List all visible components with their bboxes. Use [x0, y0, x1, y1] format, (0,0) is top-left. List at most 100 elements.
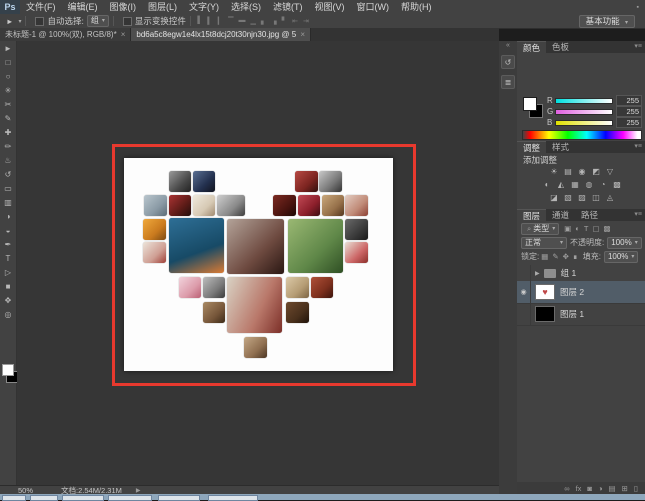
menu-item[interactable]: 文字(Y): [183, 0, 225, 14]
adjustment-icon[interactable]: ▩: [610, 178, 624, 190]
windows-taskbar-sliver[interactable]: [0, 494, 645, 500]
adjustment-icon[interactable]: ◭: [554, 178, 568, 190]
align-icon[interactable]: ⇥: [300, 17, 311, 25]
layer-thumbnail[interactable]: [535, 306, 555, 322]
taskbar-window-thumbnail[interactable]: [30, 495, 58, 501]
lock-icon[interactable]: ▦: [539, 252, 550, 261]
quick-selection-tool[interactable]: ✳: [0, 83, 16, 97]
taskbar-window-thumbnail[interactable]: [158, 495, 200, 501]
taskbar-window-thumbnail[interactable]: [62, 495, 104, 501]
panel-menu-icon[interactable]: ▾≡: [634, 41, 645, 53]
properties-panel-icon[interactable]: ≣: [501, 75, 515, 89]
layers-footer-icon[interactable]: ◑: [595, 484, 606, 493]
panel-menu-icon[interactable]: ▾≡: [634, 141, 645, 153]
lock-icon[interactable]: ∎: [571, 252, 580, 261]
tab-paths[interactable]: 路径: [575, 209, 604, 221]
align-icon[interactable]: ⇤: [290, 17, 301, 25]
show-transform-checkbox[interactable]: [123, 17, 132, 26]
history-panel-icon[interactable]: ↺: [501, 55, 515, 69]
close-tab-icon[interactable]: ×: [121, 30, 126, 39]
layer-filter-type-icon[interactable]: ▣: [562, 224, 573, 233]
adjustment-icon[interactable]: ◩: [589, 165, 603, 177]
menu-item[interactable]: 滤镜(T): [267, 0, 309, 14]
status-menu-arrow-icon[interactable]: ▶: [136, 487, 141, 494]
layer-name[interactable]: 图层 1: [560, 308, 584, 320]
adjustment-icon[interactable]: ◐: [540, 178, 554, 190]
align-icon[interactable]: ▘: [279, 17, 289, 25]
menu-item[interactable]: 图像(I): [104, 0, 143, 14]
channel-value-field[interactable]: 255: [616, 106, 642, 117]
adjustment-icon[interactable]: ◉: [575, 165, 589, 177]
menu-item[interactable]: 选择(S): [225, 0, 267, 14]
brush-tool[interactable]: ✏: [0, 139, 16, 153]
align-icon[interactable]: ▍: [205, 17, 215, 25]
visibility-eye-icon[interactable]: [517, 265, 531, 281]
align-icon[interactable]: ▗: [269, 17, 279, 25]
align-icon[interactable]: ▌: [195, 17, 205, 25]
clone-stamp-tool[interactable]: ♨: [0, 153, 16, 167]
group-expand-arrow-icon[interactable]: ▶: [535, 270, 540, 277]
channel-slider[interactable]: [555, 120, 613, 126]
adjustment-icon[interactable]: ▨: [575, 191, 589, 203]
auto-select-dropdown[interactable]: 组 ▾: [87, 15, 109, 27]
adjustment-icon[interactable]: ▧: [561, 191, 575, 203]
lasso-tool[interactable]: ○: [0, 69, 16, 83]
layers-footer-icon[interactable]: ⊞: [619, 484, 631, 493]
visibility-eye-icon[interactable]: [517, 303, 531, 325]
layer-row[interactable]: 图层 1: [517, 303, 645, 326]
menu-item[interactable]: 图层(L): [142, 0, 183, 14]
document-tab[interactable]: 未标题-1 @ 100%(双), RGB/8)* ×: [0, 28, 131, 41]
tab-styles[interactable]: 样式: [546, 141, 575, 153]
visibility-eye-icon[interactable]: ◉: [517, 281, 531, 303]
path-selection-tool[interactable]: ▷: [0, 265, 16, 279]
pen-tool[interactable]: ✒: [0, 237, 16, 251]
color-spectrum-ramp[interactable]: [522, 130, 642, 140]
tab-swatches[interactable]: 色板: [546, 41, 575, 53]
blend-mode-dropdown[interactable]: 正常 ▾: [521, 237, 567, 249]
adjustment-icon[interactable]: ▽: [603, 165, 617, 177]
hand-tool[interactable]: ✥: [0, 293, 16, 307]
eraser-tool[interactable]: ▭: [0, 181, 16, 195]
fill-dropdown[interactable]: 100% ▾: [604, 251, 638, 263]
app-controls-icon[interactable]: ▪: [637, 4, 639, 11]
layer-row[interactable]: ◉ ♥ 图层 2: [517, 281, 645, 304]
document-image[interactable]: [124, 158, 393, 371]
canvas-area[interactable]: [17, 41, 499, 485]
menu-item[interactable]: 编辑(E): [62, 0, 104, 14]
menu-item[interactable]: 窗口(W): [351, 0, 396, 14]
panel-menu-icon[interactable]: ▾≡: [634, 209, 645, 221]
layers-footer-icon[interactable]: fx: [573, 484, 585, 493]
tab-layers[interactable]: 图层: [517, 209, 546, 221]
tool-preset-caret[interactable]: ▾: [18, 18, 21, 25]
layer-filter-type-icon[interactable]: T: [582, 224, 591, 233]
shape-tool[interactable]: ■: [0, 279, 16, 293]
menu-item[interactable]: 视图(V): [309, 0, 351, 14]
layers-footer-icon[interactable]: ∞: [561, 484, 572, 493]
workspace-switcher-button[interactable]: 基本功能 ▾: [579, 15, 635, 28]
layer-filter-type-icon[interactable]: ◐: [573, 224, 582, 233]
channel-value-field[interactable]: 255: [616, 95, 642, 106]
tab-adjustments[interactable]: 调整: [517, 141, 546, 153]
eyedropper-tool[interactable]: ✎: [0, 111, 16, 125]
tab-color[interactable]: 颜色: [517, 41, 546, 53]
channel-slider[interactable]: [555, 98, 613, 104]
zoom-tool[interactable]: ◎: [0, 307, 16, 321]
close-tab-icon[interactable]: ×: [300, 30, 305, 39]
type-tool[interactable]: T: [0, 251, 16, 265]
crop-tool[interactable]: ✂: [0, 97, 16, 111]
align-icon[interactable]: ▖: [258, 17, 268, 25]
adjustment-icon[interactable]: ▤: [561, 165, 575, 177]
taskbar-window-thumbnail[interactable]: [2, 495, 26, 501]
gradient-tool[interactable]: ▥: [0, 195, 16, 209]
align-icon[interactable]: ▬: [236, 17, 248, 25]
adjustment-icon[interactable]: ☀: [547, 165, 561, 177]
lock-icon[interactable]: ✥: [561, 252, 571, 261]
layers-footer-icon[interactable]: ▤: [605, 484, 618, 493]
document-tab[interactable]: bd6a5c8egw1e4lx15t8dcj20t30njn30.jpg @ 5…: [131, 28, 311, 41]
adjustment-icon[interactable]: ▦: [568, 178, 582, 190]
blur-tool[interactable]: ◑: [0, 209, 16, 223]
menu-item[interactable]: 文件(F): [20, 0, 62, 14]
taskbar-window-thumbnail[interactable]: [208, 495, 258, 501]
lock-icon[interactable]: ✎: [550, 252, 560, 261]
foreground-color-swatch[interactable]: [523, 97, 537, 111]
